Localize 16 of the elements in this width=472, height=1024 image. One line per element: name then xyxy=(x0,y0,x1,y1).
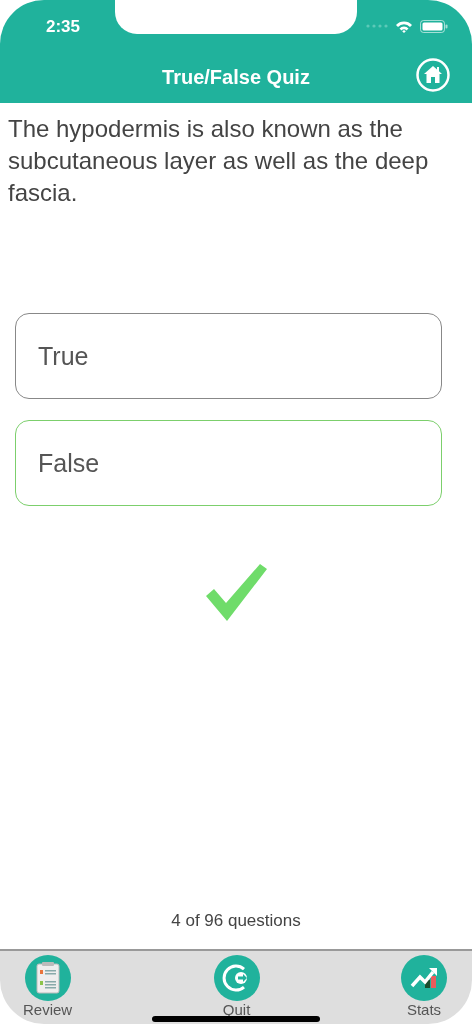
clipboard-icon xyxy=(24,955,71,1001)
exit-icon xyxy=(213,955,260,1001)
answer-option[interactable]: False xyxy=(15,420,442,506)
home-button[interactable] xyxy=(416,58,450,92)
chart-up-icon xyxy=(401,955,447,1001)
home-icon xyxy=(416,58,450,92)
signal-icon xyxy=(366,24,388,28)
status-time: 2:35 xyxy=(46,16,81,37)
question-text: The hypodermis is also known as the subcutaneous layer as well as the deep fascia. xyxy=(8,114,430,208)
battery-icon xyxy=(420,19,448,33)
wifi-icon xyxy=(395,19,413,33)
screen-title: True/False Quiz xyxy=(162,66,310,89)
answer-option[interactable]: True xyxy=(15,313,442,399)
progress-text: 4 of 96 questions xyxy=(170,911,302,931)
tab-item[interactable]: Review xyxy=(13,951,83,1024)
tab-item[interactable]: Stats xyxy=(391,951,457,1024)
